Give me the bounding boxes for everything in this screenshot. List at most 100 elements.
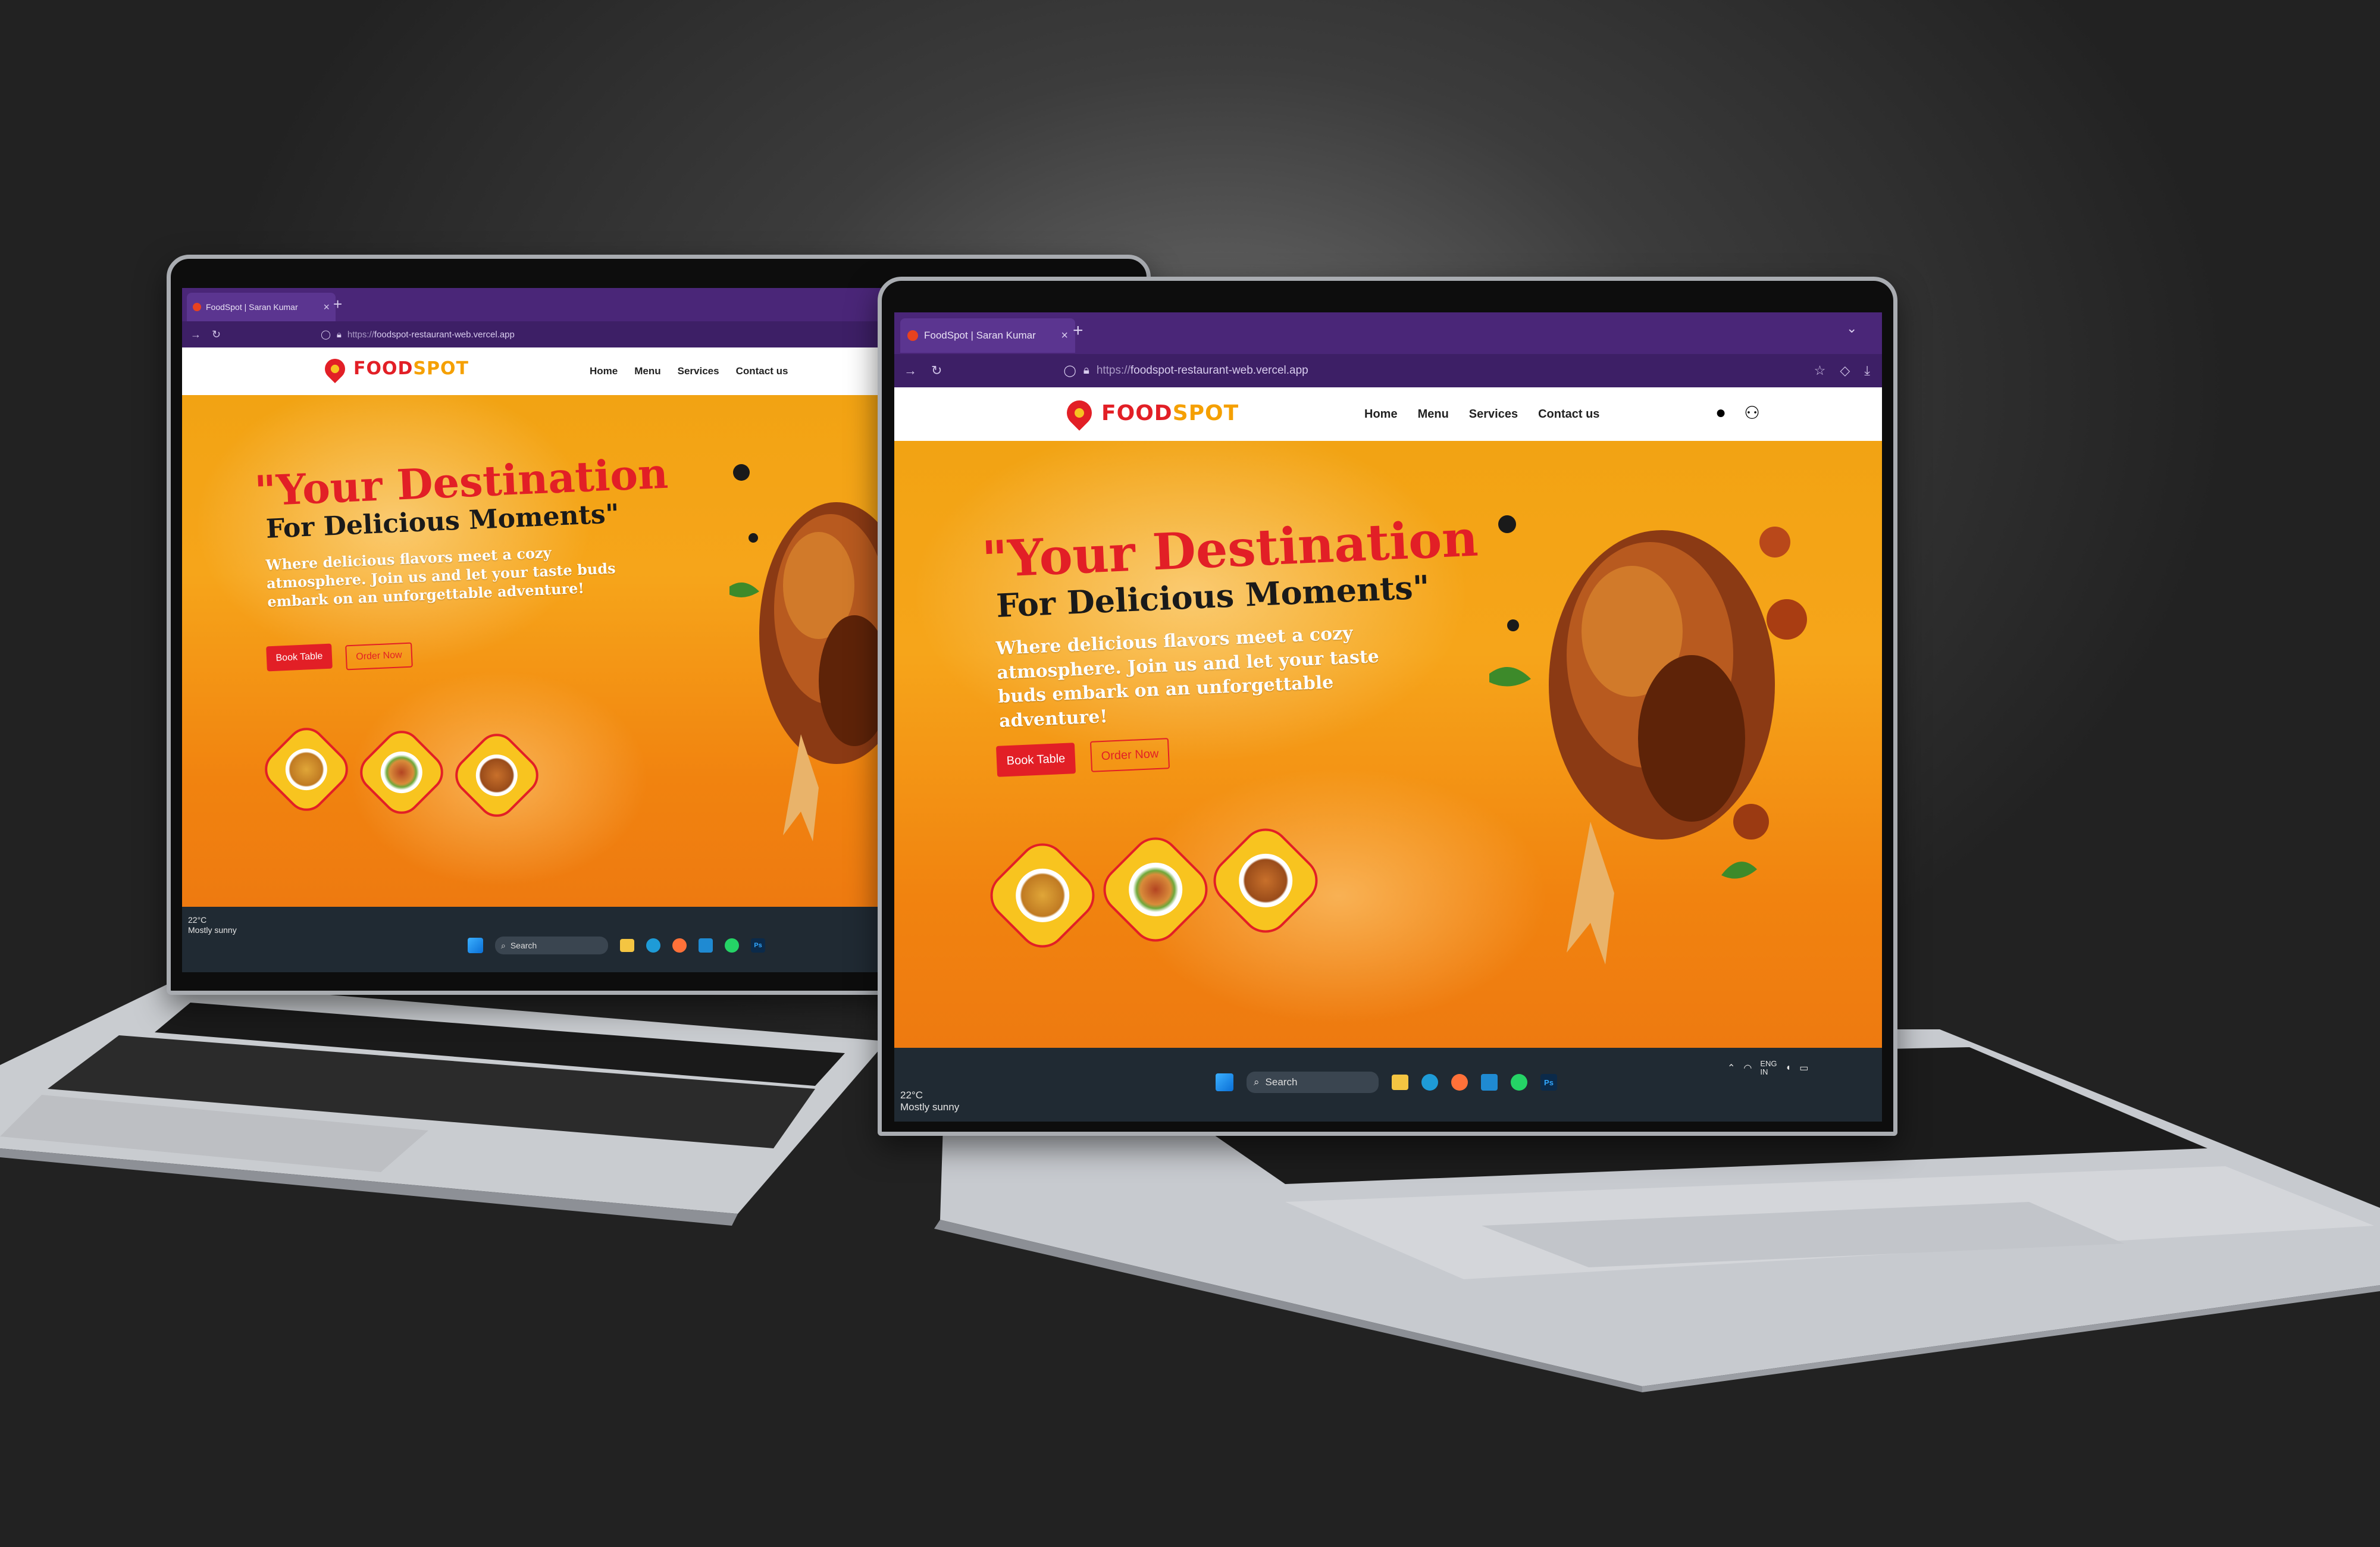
new-tab-button[interactable]: +: [333, 295, 342, 314]
hero-section: "Your Destination For Delicious Moments"…: [182, 395, 887, 907]
github-icon[interactable]: ●: [1715, 403, 1726, 424]
tab-title: FoodSpot | Saran Kumar: [924, 330, 1036, 341]
temperature: 22°C: [900, 1089, 923, 1101]
site-navbar: FOODSPOT Home Menu Services Contact us: [182, 347, 887, 396]
site-logo[interactable]: FOODSPOT: [320, 354, 469, 383]
nav-links: Home Menu Services Contact us: [590, 365, 788, 377]
system-tray: ⌃ ◠ ENG IN ◖ ▭: [1727, 1059, 1808, 1077]
wifi-icon[interactable]: ◠: [1743, 1062, 1752, 1074]
nav-contact[interactable]: Contact us: [736, 365, 788, 377]
address-field[interactable]: ◯ 🔒︎ https://foodspot-restaurant-web.ver…: [321, 329, 515, 340]
dish-burger[interactable]: [352, 722, 452, 822]
search-label: Search: [1265, 1076, 1298, 1088]
tab-bar: FoodSpot | Saran Kumar × + ⌄: [894, 312, 1882, 354]
chevron-up-icon[interactable]: ⌃: [1727, 1062, 1735, 1074]
file-explorer-icon[interactable]: [620, 939, 634, 952]
url-bar: → ↻ ◯ 🔒︎ https://foodspot-restaurant-web…: [182, 321, 887, 347]
close-tab-icon[interactable]: ×: [323, 301, 330, 314]
close-tab-icon[interactable]: ×: [1061, 329, 1068, 343]
hero-description: Where delicious flavors meet a cozy atmo…: [265, 544, 616, 611]
taskbar-search[interactable]: ⌕ Search: [495, 937, 608, 954]
nav-contact[interactable]: Contact us: [1538, 408, 1599, 421]
nav-menu[interactable]: Menu: [1418, 408, 1449, 421]
tabs-dropdown-icon[interactable]: ⌄: [1846, 321, 1857, 336]
nav-menu[interactable]: Menu: [634, 365, 660, 377]
weather-text: Mostly sunny: [188, 925, 237, 935]
vscode-icon[interactable]: [699, 938, 713, 953]
url-bar: → ↻ ◯ 🔒︎ https://foodspot-restaurant-web…: [894, 354, 1882, 387]
site-navbar: FOODSPOT Home Menu Services Contact us ●…: [894, 387, 1882, 442]
whatsapp-icon[interactable]: [1511, 1074, 1527, 1091]
site-logo[interactable]: FOODSPOT: [1061, 395, 1239, 431]
tab-title: FoodSpot | Saran Kumar: [206, 302, 298, 312]
windows-taskbar: 22°C Mostly sunny ⌕ Search Ps ⌃ ◠ ENG IN…: [894, 1048, 1882, 1122]
region-text: IN: [1760, 1067, 1768, 1077]
book-table-button[interactable]: Book Table: [995, 743, 1076, 777]
users-icon[interactable]: ⚇: [1744, 403, 1760, 424]
firefox-icon[interactable]: [672, 938, 687, 953]
roast-chicken-image: [1489, 515, 1807, 964]
star-icon[interactable]: ☆: [1814, 363, 1826, 378]
battery-icon[interactable]: ▭: [1799, 1062, 1808, 1074]
taskbar-search[interactable]: ⌕ Search: [1247, 1072, 1379, 1093]
logo-text-spot: SPOT: [1172, 400, 1239, 425]
browser-tab[interactable]: FoodSpot | Saran Kumar ×: [900, 318, 1075, 353]
weather-widget[interactable]: 22°C Mostly sunny: [188, 915, 237, 935]
nav-home[interactable]: Home: [1364, 408, 1398, 421]
back-icon[interactable]: →: [904, 363, 917, 378]
back-icon[interactable]: →: [190, 328, 201, 341]
book-table-button[interactable]: Book Table: [266, 643, 333, 672]
language-indicator[interactable]: ENG IN: [1760, 1059, 1777, 1077]
address-field[interactable]: ◯ 🔒︎ https://foodspot-restaurant-web.ver…: [1063, 364, 1308, 378]
favicon-icon: [193, 303, 201, 311]
volume-icon[interactable]: ◖: [1786, 1063, 1792, 1073]
firefox-icon[interactable]: [1451, 1074, 1468, 1091]
nav-services[interactable]: Services: [678, 365, 719, 377]
dish-fried-chicken[interactable]: [447, 725, 547, 825]
whatsapp-icon[interactable]: [725, 938, 739, 953]
windows-start-icon[interactable]: [468, 938, 483, 953]
download-icon[interactable]: ⤓: [1864, 363, 1870, 378]
windows-taskbar: 22°C Mostly sunny ⌕ Search Ps: [182, 907, 887, 972]
new-tab-button[interactable]: +: [1073, 321, 1083, 341]
lock-icon: 🔒︎: [1083, 364, 1089, 377]
order-now-button[interactable]: Order Now: [1089, 738, 1170, 772]
lang-text: ENG: [1760, 1059, 1777, 1068]
nav-home[interactable]: Home: [590, 365, 618, 377]
hero-description: Where delicious flavors meet a cozy atmo…: [995, 622, 1380, 732]
pocket-icon[interactable]: ◇: [1840, 363, 1850, 378]
hero-section: "Your Destination For Delicious Moments"…: [894, 441, 1882, 1048]
laptop-left-base: [0, 976, 887, 1226]
taskbar-apps: ⌕ Search Ps: [1216, 1072, 1557, 1093]
vscode-icon[interactable]: [1481, 1074, 1498, 1091]
edge-icon[interactable]: [646, 938, 660, 953]
url-host: foodspot-restaurant-web.vercel.app: [1130, 364, 1308, 377]
url-scheme: https://: [1096, 364, 1130, 377]
windows-start-icon[interactable]: [1216, 1073, 1233, 1091]
weather-widget[interactable]: 22°C Mostly sunny: [900, 1089, 959, 1114]
refresh-icon[interactable]: ↻: [212, 328, 221, 341]
nav-links: Home Menu Services Contact us: [1364, 408, 1599, 421]
refresh-icon[interactable]: ↻: [931, 363, 942, 378]
file-explorer-icon[interactable]: [1392, 1075, 1408, 1090]
logo-pin-icon: [320, 354, 350, 383]
shield-icon: ◯: [321, 330, 331, 340]
dish-rice[interactable]: [980, 833, 1105, 958]
temperature: 22°C: [188, 915, 207, 925]
order-now-button[interactable]: Order Now: [345, 642, 413, 671]
logo-pin-icon: [1061, 395, 1097, 431]
dish-burger[interactable]: [1093, 827, 1218, 952]
browser-tab[interactable]: FoodSpot | Saran Kumar ×: [187, 293, 336, 321]
lock-icon: 🔒︎: [336, 329, 342, 340]
logo-text-food: FOOD: [353, 358, 414, 379]
dish-rice[interactable]: [256, 719, 356, 819]
photoshop-icon[interactable]: Ps: [1540, 1074, 1557, 1091]
dish-fried-chicken[interactable]: [1203, 818, 1328, 943]
laptop-left-screen: FoodSpot | Saran Kumar × + → ↻ ◯ 🔒︎ http…: [182, 288, 887, 972]
photoshop-icon[interactable]: Ps: [751, 938, 765, 953]
taskbar-apps: ⌕ Search Ps: [468, 937, 765, 954]
edge-icon[interactable]: [1421, 1074, 1438, 1091]
nav-services[interactable]: Services: [1469, 408, 1518, 421]
tab-bar: FoodSpot | Saran Kumar × +: [182, 288, 887, 321]
search-icon: ⌕: [1254, 1076, 1260, 1088]
